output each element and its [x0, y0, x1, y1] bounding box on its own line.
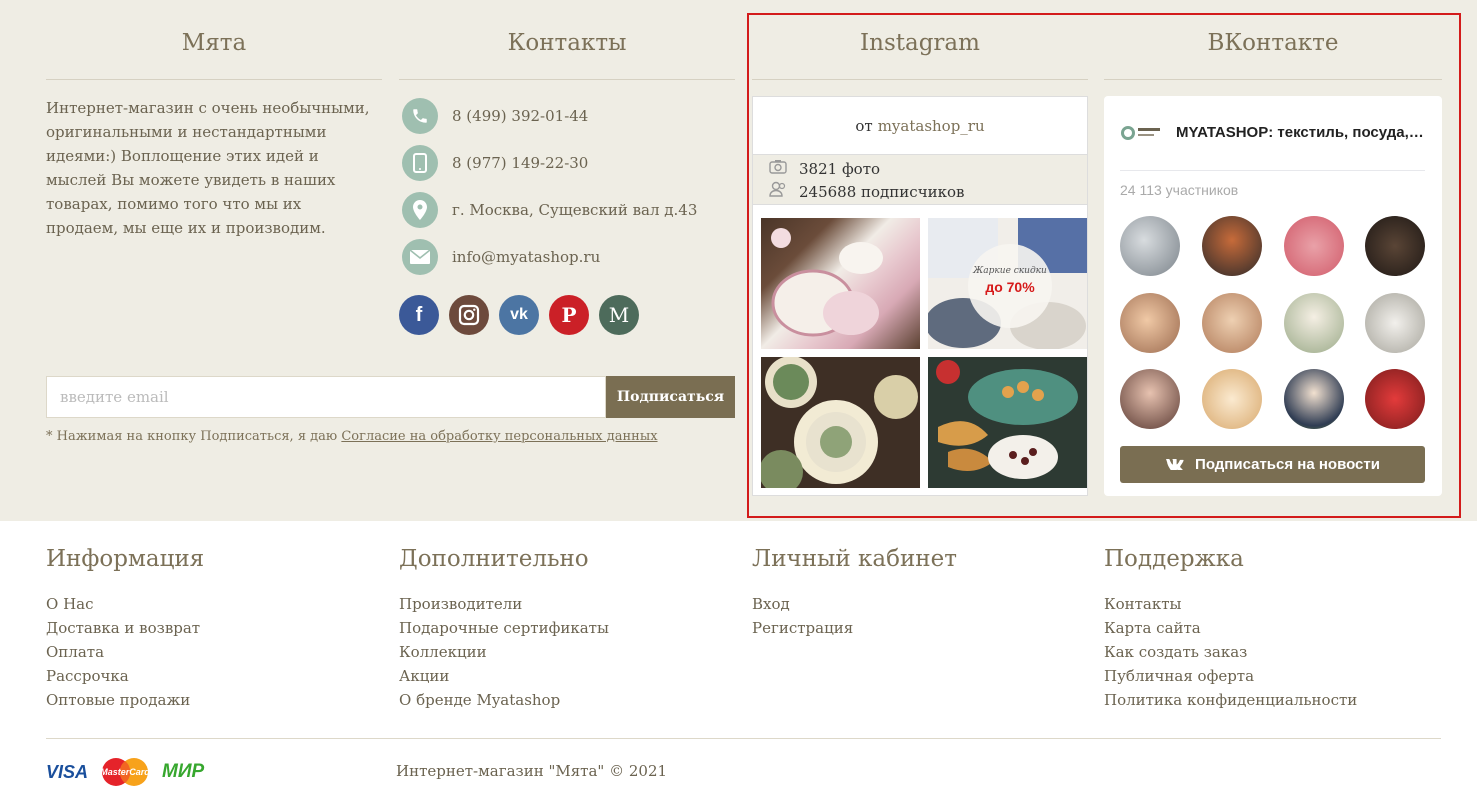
instagram-icon[interactable] — [449, 295, 489, 335]
consent-link[interactable]: Согласие на обработку персональных данны… — [341, 429, 657, 444]
contact-address-row[interactable]: г. Москва, Сущевский вал д.43 — [402, 191, 697, 229]
footer-link[interactable]: Подарочные сертификаты — [399, 616, 609, 640]
consent-prefix: * Нажимая на кнопку Подписаться, я даю — [46, 429, 342, 444]
contact-mobile: 8 (977) 149-22-30 — [452, 154, 589, 172]
footer-account-title: Личный кабинет — [752, 546, 957, 572]
mir-logo: МИР — [162, 761, 205, 782]
footer-link[interactable]: Оптовые продажи — [46, 688, 200, 712]
facebook-icon[interactable]: f — [399, 295, 439, 335]
footer-link[interactable]: Оплата — [46, 640, 200, 664]
footer-link[interactable]: Акции — [399, 664, 609, 688]
footer-link[interactable]: Вход — [752, 592, 853, 616]
footer-link[interactable]: Рассрочка — [46, 664, 200, 688]
mastercard-logo: MasterCard — [98, 757, 152, 787]
footer-link[interactable]: Карта сайта — [1104, 616, 1357, 640]
footer-link[interactable]: Публичная оферта — [1104, 664, 1357, 688]
footer-link[interactable]: Регистрация — [752, 616, 853, 640]
social-links: f vk P M — [399, 295, 639, 335]
phone-icon — [402, 98, 438, 134]
payment-methods: VISA MasterCard МИР — [46, 757, 204, 787]
footer-link[interactable]: Коллекции — [399, 640, 609, 664]
footer-link[interactable]: Контакты — [1104, 592, 1357, 616]
contact-email-row[interactable]: info@myatashop.ru — [402, 238, 600, 276]
consent-text: * Нажимая на кнопку Подписаться, я даю С… — [46, 429, 658, 444]
copyright: Интернет-магазин "Мята" © 2021 — [396, 762, 668, 780]
mastercard-text: MasterCard — [100, 767, 150, 777]
footer-link[interactable]: О бренде Myatashop — [399, 688, 609, 712]
footer-info-title: Информация — [46, 546, 205, 572]
subscribe-button[interactable]: Подписаться — [606, 376, 735, 418]
selection-highlight-box — [747, 13, 1461, 518]
pinterest-icon[interactable]: P — [549, 295, 589, 335]
contact-phone: 8 (499) 392-01-44 — [452, 107, 589, 125]
about-text: Интернет-магазин с очень необычными, ори… — [46, 99, 370, 237]
contact-phone-row[interactable]: 8 (499) 392-01-44 — [402, 97, 588, 135]
footer-support-list: Контакты Карта сайта Как создать заказ П… — [1104, 592, 1357, 712]
contact-mobile-row[interactable]: 8 (977) 149-22-30 — [402, 144, 588, 182]
contact-email: info@myatashop.ru — [452, 248, 601, 266]
footer-info-list: О Нас Доставка и возврат Оплата Рассрочк… — [46, 592, 200, 712]
footer-link[interactable]: О Нас — [46, 592, 200, 616]
visa-logo: VISA — [46, 761, 89, 782]
about-title: Мята — [46, 30, 382, 80]
footer-extra-list: Производители Подарочные сертификаты Кол… — [399, 592, 609, 712]
livemaster-icon[interactable]: M — [599, 295, 639, 335]
email-input[interactable]: введите email — [46, 376, 606, 418]
footer-extra-title: Дополнительно — [399, 546, 589, 572]
contact-address: г. Москва, Сущевский вал д.43 — [452, 201, 698, 219]
contacts-title: Контакты — [399, 30, 735, 80]
vk-icon[interactable]: vk — [499, 295, 539, 335]
envelope-icon — [402, 239, 438, 275]
footer-divider — [46, 738, 1441, 739]
footer-link[interactable]: Доставка и возврат — [46, 616, 200, 640]
footer-support-title: Поддержка — [1104, 546, 1244, 572]
mobile-icon — [402, 145, 438, 181]
footer-link[interactable]: Как создать заказ — [1104, 640, 1357, 664]
footer-link[interactable]: Производители — [399, 592, 609, 616]
location-icon — [402, 192, 438, 228]
footer-link[interactable]: Политика конфиденциальности — [1104, 688, 1357, 712]
footer-account-list: Вход Регистрация — [752, 592, 853, 640]
